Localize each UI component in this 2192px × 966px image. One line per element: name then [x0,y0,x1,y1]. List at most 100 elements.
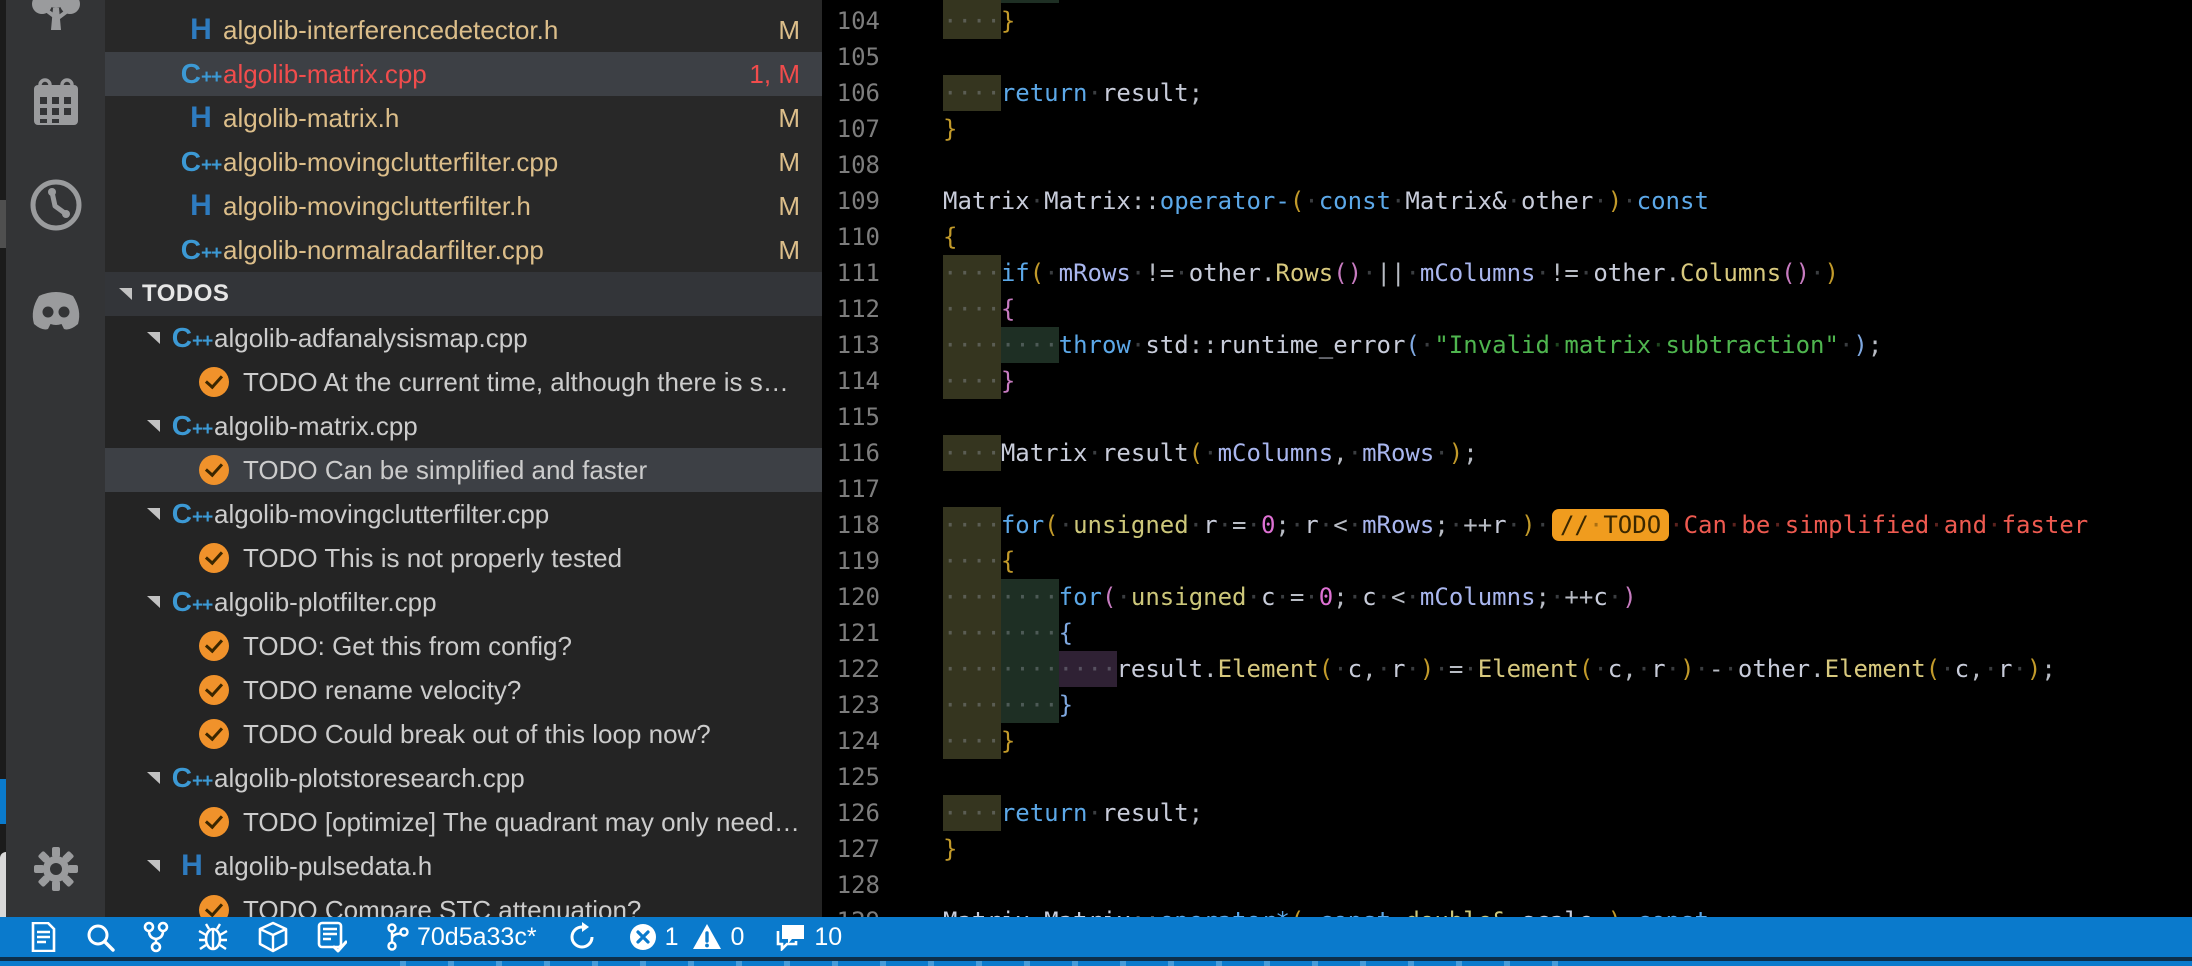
todo-item-row[interactable]: TODO Could break out of this loop now? [105,712,822,756]
file-row[interactable]: C++ algolib-movingclutterfilter.cpp M [105,140,822,184]
editor-line[interactable]: 114 ····} [822,363,2192,399]
editor-line[interactable]: 125 [822,759,2192,795]
todo-file-row[interactable]: C++ algolib-plotfilter.cpp [105,580,822,624]
git-status-badge: M [778,102,800,133]
output-panel-icon[interactable] [30,922,57,952]
file-name: algolib-interferencedetector.h [223,14,559,45]
file-row[interactable]: C++ algolib-matrix.cpp 1, M [105,52,822,96]
git-sync-button[interactable] [567,922,597,952]
error-icon [629,924,656,950]
expand-twisty-icon[interactable] [147,772,160,784]
editor-line[interactable]: 124 ····} [822,723,2192,759]
calendar-icon[interactable] [30,75,82,138]
problems-indicator[interactable]: 1 0 [629,922,744,952]
code-text: ····{ [943,295,1016,323]
code-text: ········throw·std::runtime_error(·"Inval… [943,331,1883,359]
editor-line[interactable]: 104 ····} [822,3,2192,39]
discord-icon[interactable] [27,288,85,341]
todo-file-row[interactable]: Halgolib-pulsedata.h [105,844,822,888]
todo-item-row[interactable]: TODO Compare STC attenuation? [105,888,822,917]
code-text: ····} [943,727,1016,755]
todo-file-row[interactable]: C++ algolib-matrix.cpp [105,404,822,448]
todo-item-row[interactable]: TODO Can be simplified and faster [105,448,822,492]
extensions-package-icon[interactable] [257,921,289,953]
editor-line[interactable]: 119 ····{ [822,543,2192,579]
file-name: algolib-normalradarfilter.cpp [223,234,544,265]
expand-twisty-icon[interactable] [147,508,160,520]
editor-line[interactable]: 126 ····return·result; [822,795,2192,831]
expand-twisty-icon[interactable] [147,332,160,344]
todo-file-row[interactable]: C++ algolib-plotstoresearch.cpp [105,756,822,800]
todo-item-row[interactable]: TODO rename velocity? [105,668,822,712]
editor-line[interactable]: 129 Matrix·Matrix::operator*(·const·doubl… [822,903,2192,917]
line-number: 118 [836,511,880,539]
editor-line[interactable]: 109 Matrix·Matrix::operator-(·const·Matri… [822,183,2192,219]
file-name: algolib-movingclutterfilter.h [223,190,531,221]
todo-tree-icon[interactable] [27,0,85,43]
editor-line[interactable]: 105 [822,39,2192,75]
git-history-icon[interactable] [28,177,84,238]
h-file-icon: H [190,101,212,134]
editor-line[interactable]: 120 ········for(·unsigned·c·=·0;·c·<·mCol… [822,579,2192,615]
debug-bug-icon[interactable] [197,921,229,953]
h-file-icon: H [190,189,212,222]
editor-line[interactable]: 116 ····Matrix·result(·mColumns,·mRows·); [822,435,2192,471]
code-editor[interactable]: 104 ····} 105 106 ····return·result; 107} 108 1… [822,0,2192,917]
expand-twisty-icon[interactable] [147,420,160,432]
editor-line[interactable]: 110 { [822,219,2192,255]
todo-file-name: algolib-plotfilter.cpp [214,586,437,617]
file-row[interactable]: Halgolib-matrix.h M [105,96,822,140]
line-number: 124 [836,727,880,755]
editor-line[interactable]: 123 ········} [822,687,2192,723]
todo-item-row[interactable]: TODO [optimize] The quadrant may only ne… [105,800,822,844]
comments-icon [777,925,805,951]
editor-line[interactable]: 122 ············result.Element(·c,·r·)·=·… [822,651,2192,687]
todo-file-name: algolib-pulsedata.h [214,850,433,881]
expand-twisty-icon[interactable] [147,860,160,872]
file-name: algolib-matrix.h [223,102,400,133]
git-status-badge: 1, M [749,58,800,89]
comments-indicator[interactable]: 10 [774,923,842,952]
settings-gear-icon[interactable] [32,845,80,898]
todo-item-row[interactable]: TODO At the current time, although there… [105,360,822,404]
file-row[interactable]: Halgolib-movingclutterfilter.h M [105,184,822,228]
editor-line[interactable]: 111 ····if(·mRows·!=·other.Rows()·||·mCol… [822,255,2192,291]
error-count: 1 [664,922,679,951]
editor-line[interactable]: 107} [822,111,2192,147]
remote-server-icon[interactable] [317,921,347,953]
editor-line[interactable]: 117 [822,471,2192,507]
activity-bar [6,0,105,917]
git-branch-indicator[interactable]: 70d5a33c* [387,922,537,952]
todos-expand-twisty-icon[interactable] [119,288,132,300]
todos-section-header[interactable]: TODOS [105,272,822,316]
code-text: Matrix·Matrix::operator*(·const·double&·… [943,903,1709,917]
editor-line[interactable]: 118 ····for(·unsigned·r·=·0;·r·<·mRows;·+… [822,507,2192,543]
comments-count: 10 [814,922,843,951]
h-file-icon: H [181,849,203,882]
todo-item-row[interactable]: TODO: Get this from config? [105,624,822,668]
code-text: } [943,835,958,863]
search-icon[interactable] [85,922,115,952]
todo-item-text: TODO: Get this from config? [243,630,572,661]
editor-line[interactable]: 112 ····{ [822,291,2192,327]
expand-twisty-icon[interactable] [147,596,160,608]
editor-line[interactable]: 106 ····return·result; [822,75,2192,111]
file-row[interactable]: C++ algolib-normalradarfilter.cpp M [105,228,822,272]
line-number: 109 [836,187,880,215]
git-branch-icon [387,923,409,951]
todo-item-row[interactable]: TODO This is not properly tested [105,536,822,580]
editor-line[interactable]: 128 [822,867,2192,903]
source-control-icon[interactable] [143,921,169,953]
editor-line[interactable]: 115 [822,399,2192,435]
file-row[interactable]: Halgolib-interferencedetector.h M [105,8,822,52]
todo-file-row[interactable]: C++ algolib-adfanalysismap.cpp [105,316,822,360]
line-number: 120 [836,583,880,611]
git-status-badge: M [778,146,800,177]
editor-line[interactable]: 108 [822,147,2192,183]
editor-line[interactable]: 113 ········throw·std::runtime_error(·"In… [822,327,2192,363]
editor-line[interactable]: 127} [822,831,2192,867]
todo-file-row[interactable]: C++ algolib-movingclutterfilter.cpp [105,492,822,536]
todo-file-name: algolib-adfanalysismap.cpp [214,322,528,353]
editor-line[interactable]: 121 ········{ [822,615,2192,651]
code-text: ····return·result; [943,79,1204,107]
